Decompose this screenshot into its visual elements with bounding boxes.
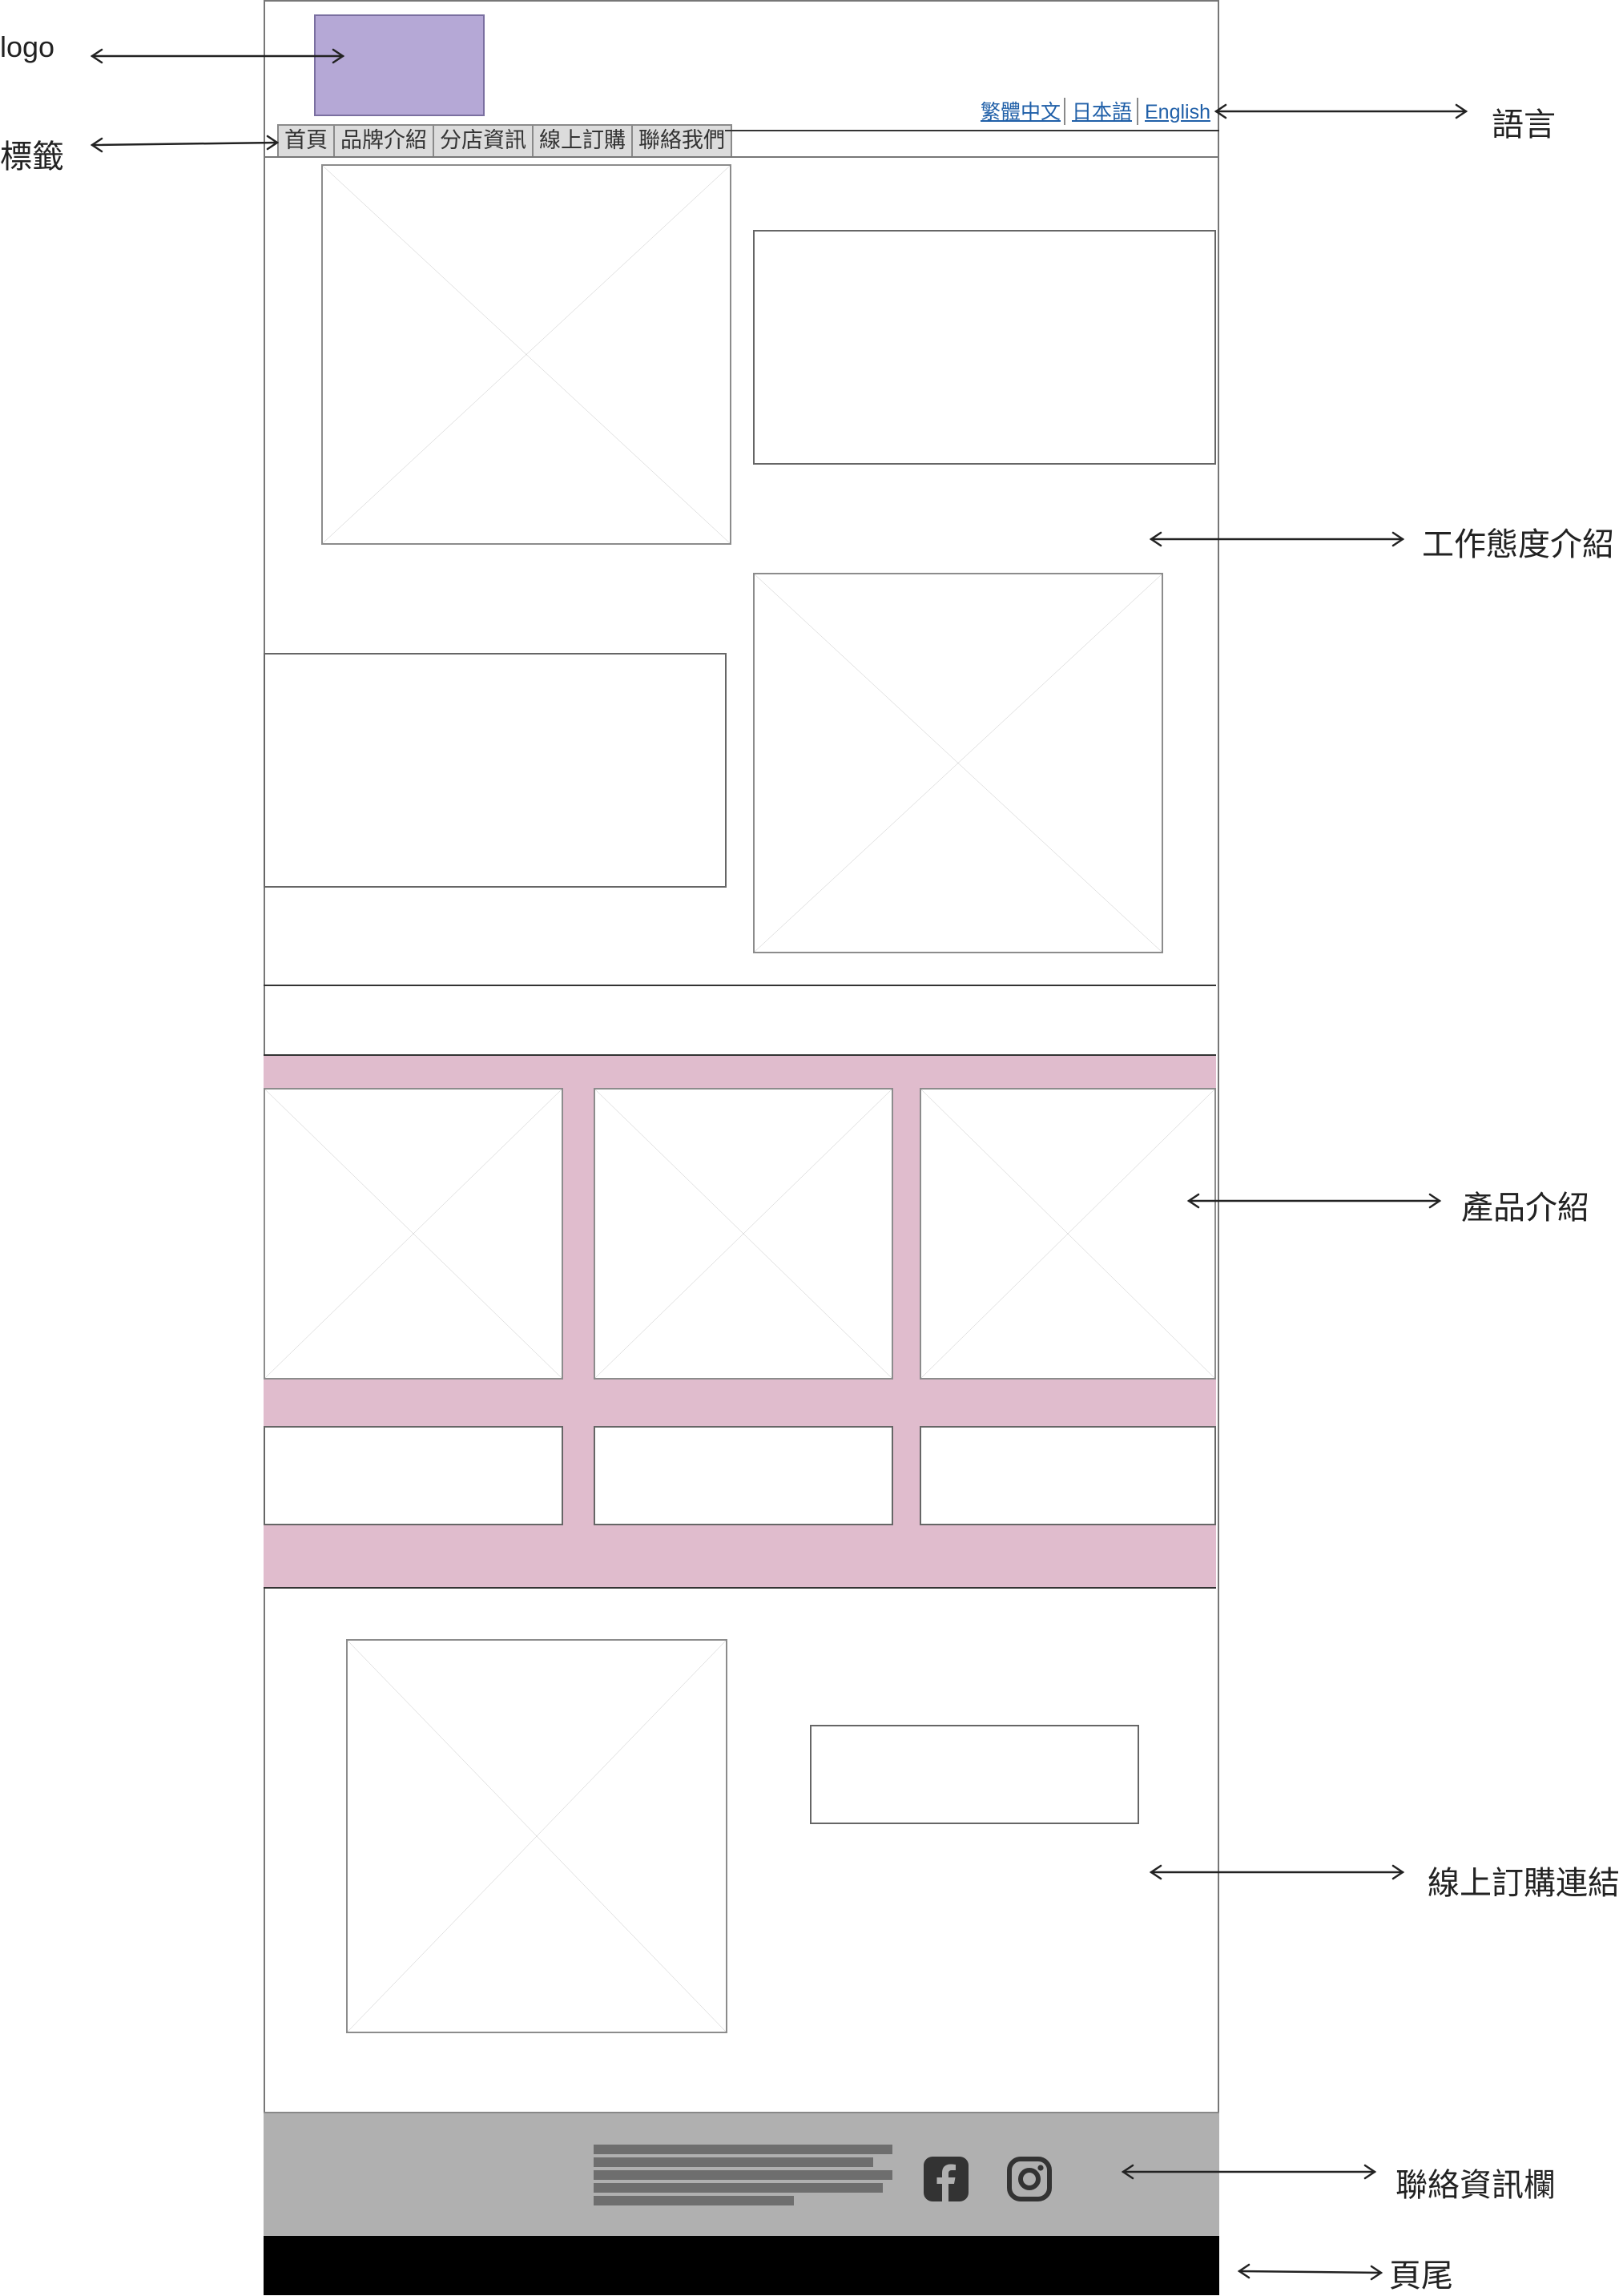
nav-line-top [725,130,1219,131]
attitude-text-box-1 [753,230,1216,465]
language-separator [1137,98,1138,125]
logo-placeholder[interactable] [314,14,485,116]
product-image-1 [264,1088,563,1380]
product-caption-2 [594,1426,893,1525]
section-divider [264,985,1216,986]
language-link-english[interactable]: English [1145,99,1210,127]
annotation-language: 語言 [1492,107,1556,143]
instagram-icon[interactable] [1007,2157,1052,2201]
annotation-footer: 頁尾 [1389,2258,1453,2294]
product-image-2 [594,1088,893,1380]
attitude-image-2 [753,573,1163,953]
tab-home[interactable]: 首頁 [279,126,335,156]
annotation-logo: logo [0,30,55,63]
language-link-japanese[interactable]: 日本語 [1072,99,1132,127]
page-footer [264,2236,1219,2295]
tab-online-order[interactable]: 線上訂購 [534,126,633,156]
annotation-tabs: 標籤 [0,139,64,175]
product-image-3 [920,1088,1216,1380]
contact-text-line [594,2196,794,2205]
tab-brand[interactable]: 品牌介紹 [335,126,434,156]
product-caption-1 [264,1426,563,1525]
language-separator [1064,98,1065,125]
tab-contact[interactable]: 聯絡我們 [633,126,731,156]
order-image [346,1639,727,2033]
contact-text-line [594,2170,892,2180]
arrow-language [1214,103,1468,119]
contact-text-line [594,2157,873,2167]
contact-text-line [594,2183,883,2193]
annotation-online-order: 線上訂購連結 [1428,1865,1619,1902]
arrow-tabs [90,135,280,153]
attitude-text-box-2 [264,653,727,888]
frame-top-border [264,0,1219,2]
tab-bar: 首頁 品牌介紹 分店資訊 線上訂購 聯絡我們 [277,124,732,158]
arrow-products [1186,1193,1442,1209]
arrow-footer [1237,2263,1383,2281]
order-link-box[interactable] [810,1725,1139,1824]
contact-text-line [594,2145,892,2154]
annotation-contact: 聯絡資訊欄 [1395,2167,1556,2204]
facebook-icon[interactable] [924,2157,969,2201]
tab-stores[interactable]: 分店資訊 [434,126,534,156]
nav-line-bottom [264,156,1219,158]
annotation-products: 產品介紹 [1461,1190,1589,1227]
annotation-work-attitude: 工作態度介紹 [1422,526,1614,563]
language-link-traditional-chinese[interactable]: 繁體中文 [981,99,1061,127]
product-caption-3 [920,1426,1216,1525]
attitude-image-1 [321,164,731,545]
